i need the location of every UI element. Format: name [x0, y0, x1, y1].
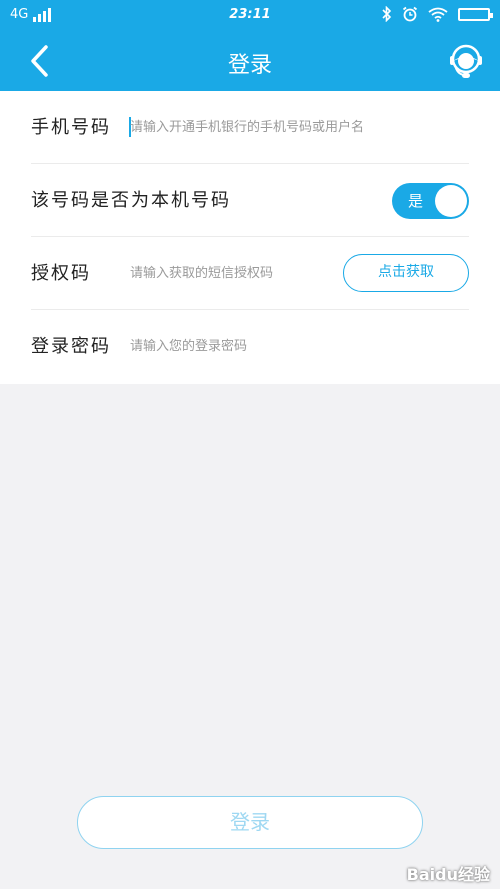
login-form: 手机号码 该号码是否为本机号码 是 授权码 点击获取 登录密码 — [0, 91, 500, 384]
password-row: 登录密码 — [31, 310, 469, 383]
password-label: 登录密码 — [31, 336, 111, 357]
toggle-label: 是 — [408, 192, 424, 210]
alarm-icon — [402, 6, 418, 22]
phone-label: 手机号码 — [31, 117, 111, 138]
status-icons — [382, 6, 493, 22]
phone-input[interactable] — [130, 115, 460, 139]
customer-service-icon[interactable] — [446, 41, 486, 81]
auth-code-input[interactable] — [130, 261, 330, 285]
phone-row: 手机号码 — [31, 91, 469, 164]
password-input[interactable] — [130, 334, 430, 358]
login-button[interactable]: 登录 — [77, 796, 423, 849]
status-bar: 4G 23:11 — [0, 0, 500, 30]
own-number-toggle[interactable]: 是 — [392, 183, 469, 219]
auth-code-row: 授权码 点击获取 — [31, 237, 469, 310]
own-number-label: 该号码是否为本机号码 — [31, 190, 231, 211]
battery-icon — [458, 7, 493, 21]
bluetooth-icon — [382, 6, 392, 22]
nav-bar: 登录 — [0, 30, 500, 91]
get-code-button[interactable]: 点击获取 — [343, 254, 469, 292]
toggle-knob — [435, 185, 467, 217]
baidu-watermark: Baidu经验 — [406, 865, 490, 884]
wifi-icon — [428, 7, 448, 22]
page-title: 登录 — [227, 53, 272, 78]
own-number-row: 该号码是否为本机号码 是 — [31, 164, 469, 237]
auth-code-label: 授权码 — [31, 263, 91, 284]
